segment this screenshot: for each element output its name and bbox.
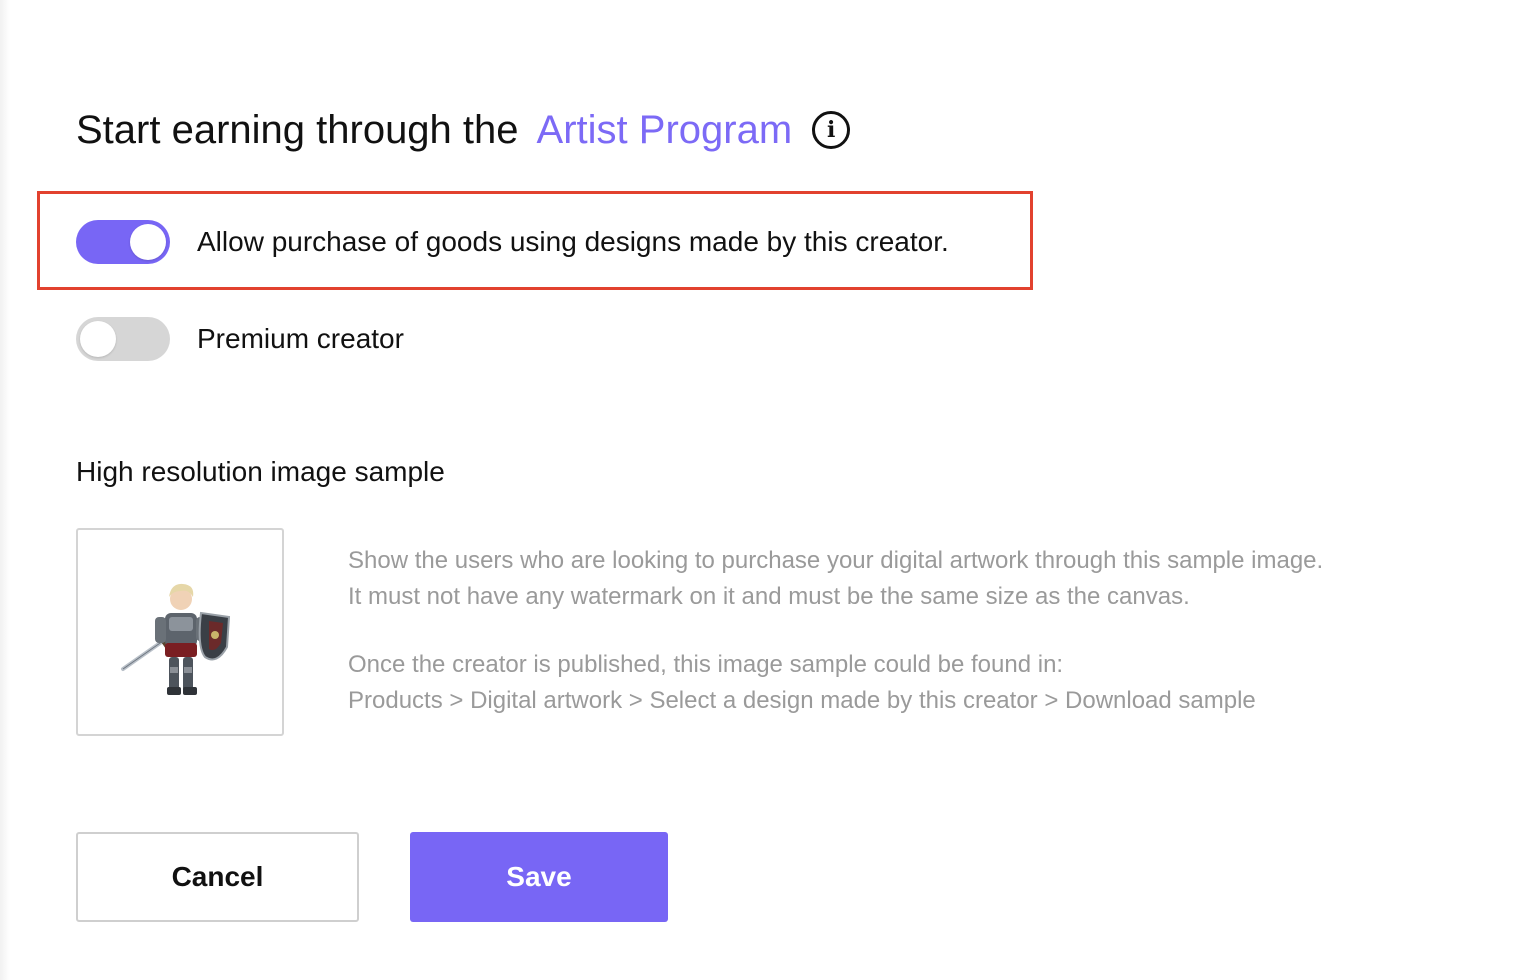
knight-image <box>121 583 231 695</box>
sample-description-line-2: It must not have any watermark on it and… <box>348 583 1190 610</box>
allow-purchase-label: Allow purchase of goods using designs ma… <box>197 226 949 257</box>
artist-program-link[interactable]: Artist Program <box>537 108 793 153</box>
allow-purchase-toggle[interactable] <box>76 220 170 264</box>
cancel-button[interactable]: Cancel <box>76 832 359 922</box>
artist-program-settings: Start earning through the Artist Program… <box>0 0 1524 980</box>
left-edge-shadow <box>0 0 10 980</box>
allow-purchase-row: Allow purchase of goods using designs ma… <box>76 220 949 264</box>
sample-image-upload[interactable] <box>76 528 284 736</box>
toggle-knob <box>130 224 166 260</box>
premium-creator-toggle[interactable] <box>76 317 170 361</box>
info-icon[interactable]: i <box>812 111 851 149</box>
sample-location-line-1: Once the creator is published, this imag… <box>348 651 1064 678</box>
save-button[interactable]: Save <box>410 832 668 922</box>
title-prefix: Start earning through the <box>76 107 519 152</box>
toggle-knob <box>80 321 116 357</box>
sample-description-line-1: Show the users who are looking to purcha… <box>348 547 1324 574</box>
sample-heading: High resolution image sample <box>76 456 445 487</box>
page-title: Start earning through the Artist Program… <box>76 100 851 160</box>
premium-creator-row: Premium creator <box>76 317 404 361</box>
premium-creator-label: Premium creator <box>197 323 404 354</box>
sample-location-path: Products > Digital artwork > Select a de… <box>348 687 1256 714</box>
